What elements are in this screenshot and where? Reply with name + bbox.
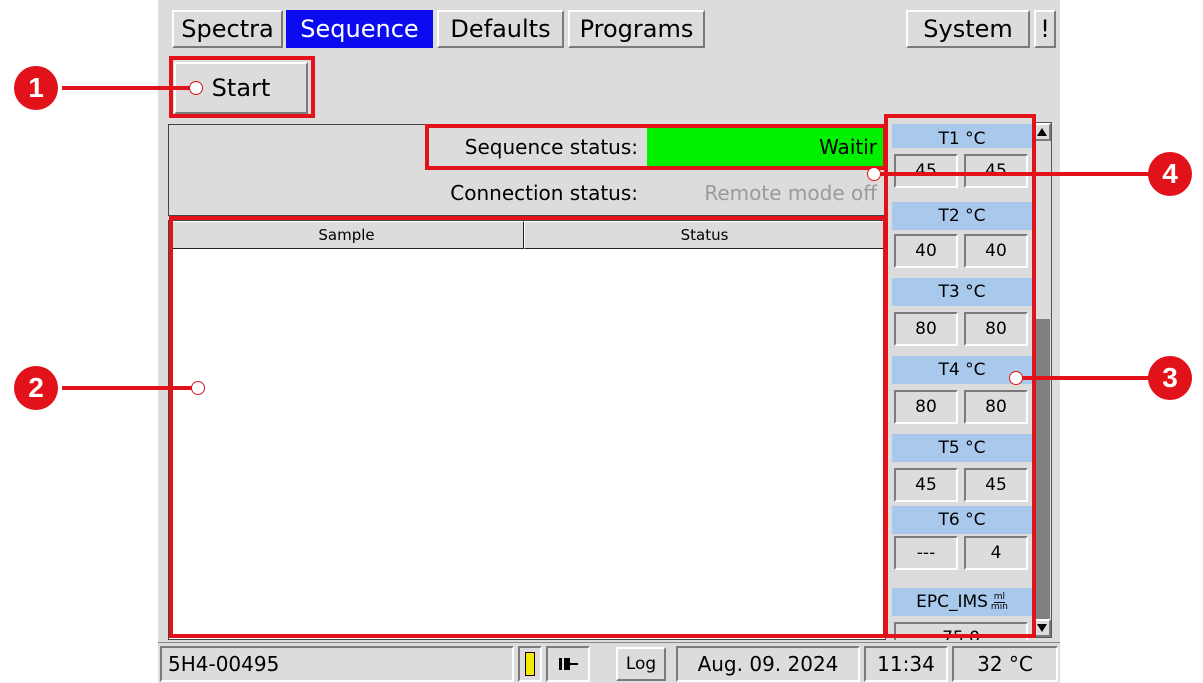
log-button[interactable]: Log: [616, 647, 666, 681]
t5-actual: 45: [964, 468, 1028, 502]
t1-setpoint[interactable]: 45: [894, 154, 958, 188]
t2-setpoint[interactable]: 40: [894, 234, 958, 268]
table-header-status[interactable]: Status: [524, 221, 885, 249]
callout-badge-1: 1: [14, 66, 58, 110]
status-bar: 5H4-00495 Log Aug. 09. 2024 11:34 32 °C: [158, 642, 1060, 683]
table-header-sample[interactable]: Sample: [169, 221, 524, 249]
connection-status-label: Connection status:: [450, 181, 638, 205]
epc-unit-top: ml: [993, 591, 1006, 603]
t6-setpoint[interactable]: ---: [894, 536, 958, 570]
power-plug-icon: [546, 646, 590, 682]
t5-header: T5 °C: [892, 434, 1032, 462]
callout-badge-3: 3: [1148, 356, 1192, 400]
date-display: Aug. 09. 2024: [676, 646, 860, 682]
scroll-up-arrow-icon[interactable]: [1033, 123, 1051, 141]
t1-header: T1 °C: [892, 124, 1032, 148]
t4-actual: 80: [964, 390, 1028, 424]
t3-actual: 80: [964, 312, 1028, 346]
callout-line-1: [62, 86, 198, 90]
instrument-screen: Spectra Sequence Defaults Programs Syste…: [158, 0, 1060, 683]
epc-ims-label: EPC_IMS: [916, 592, 988, 612]
callout-badge-4: 4: [1148, 152, 1192, 196]
device-id: 5H4-00495: [160, 646, 514, 682]
t1-actual: 45: [964, 154, 1028, 188]
t5-setpoint[interactable]: 45: [894, 468, 958, 502]
battery-icon: [518, 646, 542, 682]
sample-table[interactable]: Sample Status: [168, 220, 886, 640]
scroll-down-arrow-icon[interactable]: [1033, 619, 1051, 637]
t3-setpoint[interactable]: 80: [894, 312, 958, 346]
callout-dot-3: [1010, 372, 1022, 384]
sequence-status-label: Sequence status:: [464, 135, 638, 159]
callout-line-3: [1016, 376, 1166, 380]
epc-ims-header: EPC_IMS ml min: [892, 588, 1032, 616]
callout-badge-2: 2: [14, 366, 58, 410]
callout-line-4: [874, 172, 1164, 176]
epc-unit-bottom: min: [990, 601, 1008, 612]
connection-status-value: Remote mode off: [704, 181, 877, 205]
tab-programs[interactable]: Programs: [568, 10, 705, 48]
t2-header: T2 °C: [892, 202, 1032, 230]
ambient-temperature: 32 °C: [952, 646, 1058, 682]
epc-unit: ml min: [990, 591, 1008, 612]
callout-dot-1: [190, 82, 202, 94]
time-display: 11:34: [864, 646, 948, 682]
epc-ims-value[interactable]: 75.0: [894, 622, 1028, 640]
tab-alert[interactable]: !: [1034, 10, 1056, 48]
t6-header: T6 °C: [892, 506, 1032, 534]
callout-dot-4: [868, 168, 880, 180]
scrollbar-thumb[interactable]: [1034, 319, 1050, 619]
tab-sequence[interactable]: Sequence: [286, 10, 433, 48]
t6-actual: 4: [964, 536, 1028, 570]
temperature-scrollbar[interactable]: [1032, 122, 1052, 638]
callout-line-2: [62, 386, 200, 390]
callout-dot-2: [192, 382, 204, 394]
tab-spectra[interactable]: Spectra: [172, 10, 283, 48]
tab-system[interactable]: System: [906, 10, 1030, 48]
tab-defaults[interactable]: Defaults: [437, 10, 564, 48]
t3-header: T3 °C: [892, 278, 1032, 306]
t2-actual: 40: [964, 234, 1028, 268]
sequence-status-value: Waitir: [647, 128, 885, 166]
t4-setpoint[interactable]: 80: [894, 390, 958, 424]
